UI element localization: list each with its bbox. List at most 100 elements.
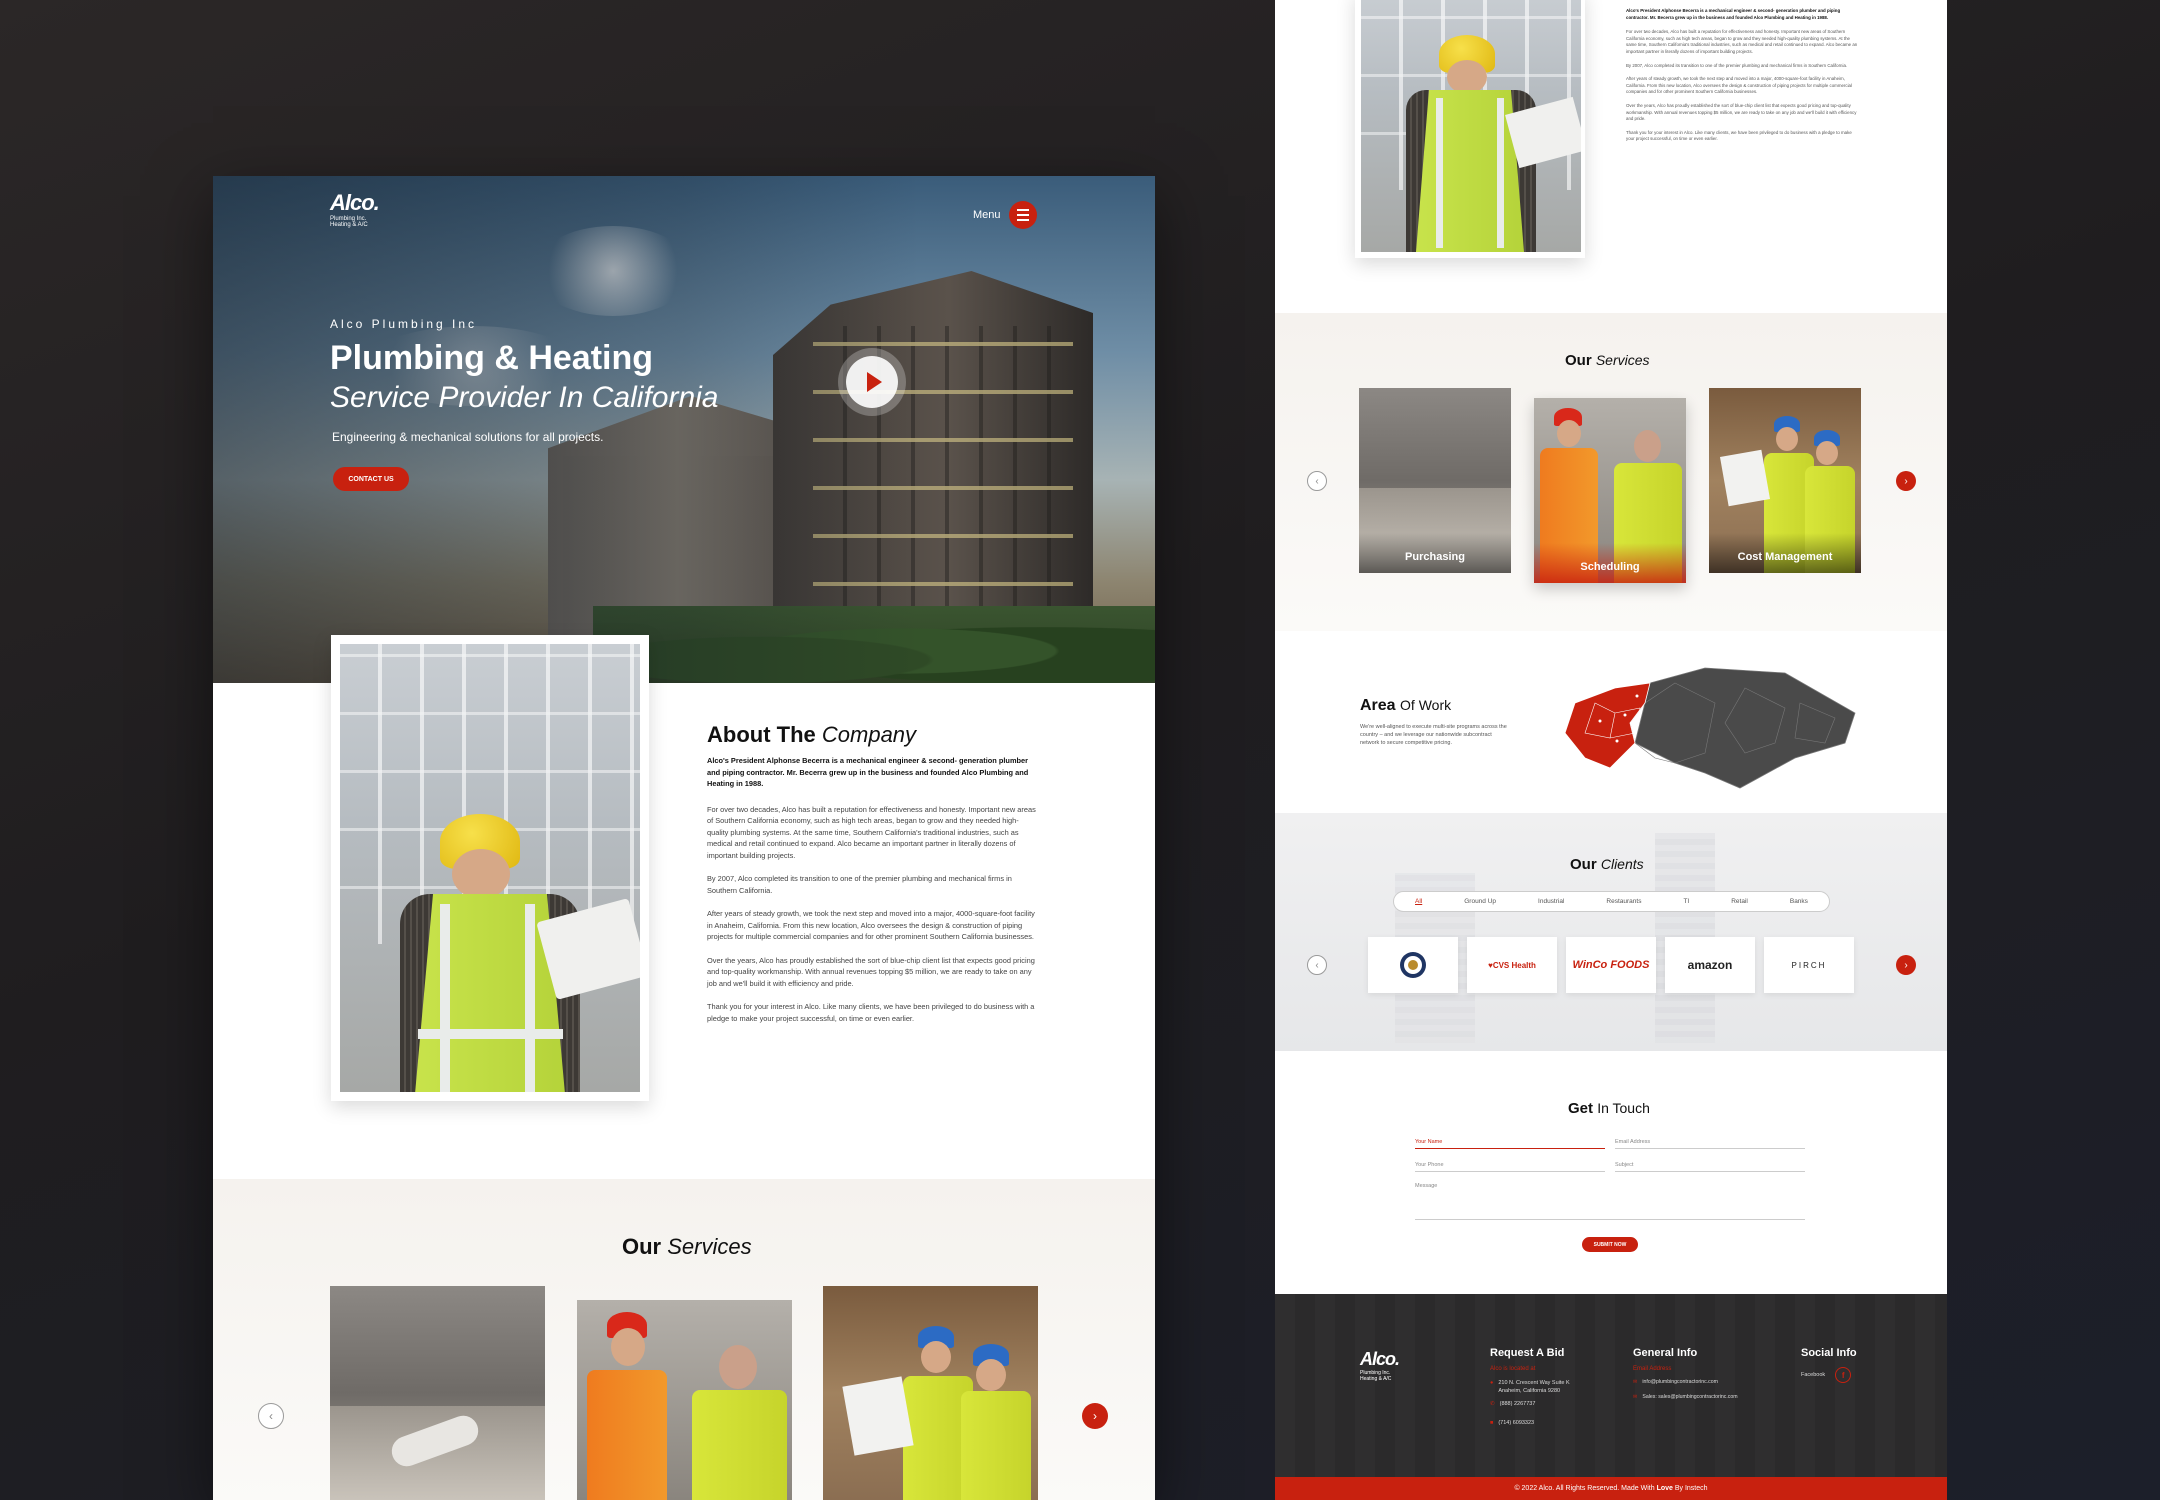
- footer-email-1[interactable]: ✉ info@plumbingcontractorinc.com: [1633, 1379, 1718, 1385]
- services-prev-arrow[interactable]: ‹: [1307, 471, 1327, 491]
- submit-button[interactable]: SUBMIT NOW: [1582, 1237, 1638, 1252]
- subject-field[interactable]: Subject: [1615, 1162, 1805, 1172]
- worker-head-graphic: [452, 849, 510, 899]
- homepage-mockup-left: Alco. Plumbing Inc. Heating & A/C Menu A…: [213, 176, 1155, 1500]
- map-marker[interactable]: [1598, 719, 1602, 723]
- phone-field[interactable]: Your Phone: [1415, 1162, 1605, 1172]
- email-address-2: Sales: sales@plumbingcontractorinc.com: [1642, 1394, 1738, 1400]
- worker-head-graphic: [611, 1328, 645, 1366]
- service-card-purchasing[interactable]: Purchasing: [1359, 388, 1511, 573]
- about-body: Alco's President Alphonse Becerra is a m…: [707, 755, 1037, 1024]
- footer-email-2[interactable]: ✉ Sales: sales@plumbingcontractorinc.com: [1633, 1394, 1738, 1400]
- map-marker[interactable]: [1615, 739, 1619, 743]
- client-logo-winco[interactable]: WinCo FOODS: [1566, 937, 1656, 993]
- clients-next-arrow[interactable]: ›: [1896, 955, 1916, 975]
- about-heading: About The Company: [707, 722, 916, 748]
- clients-heading: Our Clients: [1570, 856, 1644, 873]
- menu-label: Menu: [973, 209, 1001, 221]
- blueprint-graphic: [842, 1376, 914, 1456]
- california-counties-map[interactable]: [1555, 663, 1865, 793]
- filter-retail[interactable]: Retail: [1731, 898, 1748, 905]
- about-paragraph-1: For over two decades, Alco has built a r…: [1626, 29, 1858, 54]
- message-field[interactable]: Message: [1415, 1183, 1805, 1220]
- footer-copyright-bar: © 2022 Alco. All Rights Reserved. Made W…: [1275, 1477, 1947, 1500]
- worker-head-graphic: [1776, 427, 1798, 451]
- footer-facebook-link[interactable]: Facebook f: [1801, 1367, 1852, 1383]
- map-marker[interactable]: [1635, 694, 1639, 698]
- services-next-arrow[interactable]: ›: [1082, 1403, 1108, 1429]
- hero-tagline: Engineering & mechanical solutions for a…: [332, 430, 604, 444]
- site-logo[interactable]: Alco. Plumbing Inc. Heating & A/C: [330, 190, 380, 228]
- yellow-vest-graphic: [961, 1391, 1031, 1500]
- contact-heading-bold: Get: [1568, 1100, 1594, 1117]
- worker-head-graphic: [976, 1359, 1006, 1391]
- site-footer: Alco. Plumbing Inc. Heating & A/C Reques…: [1275, 1294, 1947, 1477]
- services-next-arrow[interactable]: ›: [1896, 471, 1916, 491]
- name-field[interactable]: Your Name: [1415, 1139, 1605, 1149]
- vest-stripe: [440, 904, 450, 1092]
- service-card-label: Scheduling: [1580, 561, 1640, 573]
- filter-ground-up[interactable]: Ground Up: [1464, 898, 1496, 905]
- client-logo-seal[interactable]: [1368, 937, 1458, 993]
- logo-wordmark: Alco.: [1360, 1349, 1400, 1369]
- footer-logo[interactable]: Alco. Plumbing Inc. Heating & A/C: [1360, 1349, 1400, 1382]
- services-heading-bold: Our: [622, 1234, 662, 1259]
- service-card-scheduling[interactable]: Scheduling: [1534, 398, 1686, 583]
- clients-prev-arrow[interactable]: ‹: [1307, 955, 1327, 975]
- footer-phone-1[interactable]: ✆ (888) 2267737: [1490, 1401, 1535, 1407]
- map-marker[interactable]: [1623, 713, 1627, 717]
- client-logo-pirch[interactable]: PIRCH: [1764, 937, 1854, 993]
- about-paragraph-5: Thank you for your interest in Alco. Lik…: [1626, 129, 1852, 142]
- vest-stripe: [418, 1029, 563, 1039]
- service-card-label: Purchasing: [1405, 551, 1465, 563]
- phone-number-1: (888) 2267737: [1499, 1401, 1536, 1407]
- map-region-grey[interactable]: [1634, 667, 1856, 789]
- services-heading-italic: Services: [667, 1234, 752, 1259]
- about-paragraph-4: Over the years, Alco has proudly establi…: [1626, 102, 1857, 122]
- service-card-cost-management[interactable]: [823, 1286, 1038, 1500]
- client-name-cvs: CVS Health: [1492, 960, 1536, 970]
- clients-heading-bold: Our: [1570, 856, 1597, 873]
- area-heading: Area Of Work: [1360, 697, 1451, 715]
- service-card-purchasing[interactable]: [330, 1286, 545, 1500]
- vest-stripe: [1436, 98, 1443, 248]
- about-paragraph-1: For over two decades, Alco has built a r…: [707, 804, 1036, 860]
- blueprint-graphic: [1719, 449, 1771, 507]
- play-video-button[interactable]: [846, 356, 898, 408]
- menu-toggle[interactable]: Menu: [973, 201, 1037, 229]
- worker-head-graphic: [1557, 420, 1581, 447]
- mail-icon: ✉: [1633, 1394, 1638, 1400]
- facebook-icon[interactable]: f: [1835, 1367, 1852, 1383]
- footer-phone-2[interactable]: ■ (714) 6093323: [1490, 1420, 1534, 1426]
- copyright-credit: By Instech: [1674, 1485, 1708, 1492]
- location-pin-icon: ●: [1490, 1380, 1494, 1386]
- services-prev-arrow[interactable]: ‹: [258, 1403, 284, 1429]
- hamburger-icon[interactable]: [1008, 201, 1037, 229]
- clients-section: [1275, 813, 1947, 1051]
- email-field[interactable]: Email Address: [1615, 1139, 1805, 1149]
- services-heading-bold: Our: [1565, 352, 1592, 369]
- about-photo-frame: [331, 635, 649, 1101]
- service-card-scheduling[interactable]: [577, 1300, 792, 1500]
- filter-banks[interactable]: Banks: [1790, 898, 1808, 905]
- filter-industrial[interactable]: Industrial: [1538, 898, 1564, 905]
- contact-heading-rest: In Touch: [1597, 1100, 1650, 1116]
- about-paragraph-4: Over the years, Alco has proudly establi…: [707, 955, 1035, 988]
- filter-ti[interactable]: TI: [1683, 898, 1689, 905]
- logo-sub-heating: Heating & A/C: [1360, 1376, 1392, 1382]
- phone-icon: ✆: [1490, 1401, 1495, 1407]
- copyright-text: © 2022 Alco. All Rights Reserved. Made W…: [1514, 1485, 1655, 1492]
- logo-wordmark: Alco.: [330, 190, 380, 215]
- clients-filter-bar: All Ground Up Industrial Restaurants TI …: [1393, 891, 1830, 912]
- contact-us-button[interactable]: CONTACT US: [333, 467, 409, 491]
- client-logo-cvs[interactable]: ♥ CVS Health: [1467, 937, 1557, 993]
- filter-restaurants[interactable]: Restaurants: [1606, 898, 1641, 905]
- service-card-cost-management[interactable]: Cost Management: [1709, 388, 1861, 573]
- worker-head-graphic: [1447, 60, 1487, 94]
- about-body-compact: Alco's President Alphonse Becerra is a m…: [1626, 8, 1861, 143]
- filter-all[interactable]: All: [1415, 898, 1422, 905]
- client-logo-amazon[interactable]: amazon: [1665, 937, 1755, 993]
- worker-head-graphic: [1634, 430, 1661, 462]
- about-paragraph-5: Thank you for your interest in Alco. Lik…: [707, 1002, 1035, 1023]
- government-seal-icon: [1400, 952, 1426, 978]
